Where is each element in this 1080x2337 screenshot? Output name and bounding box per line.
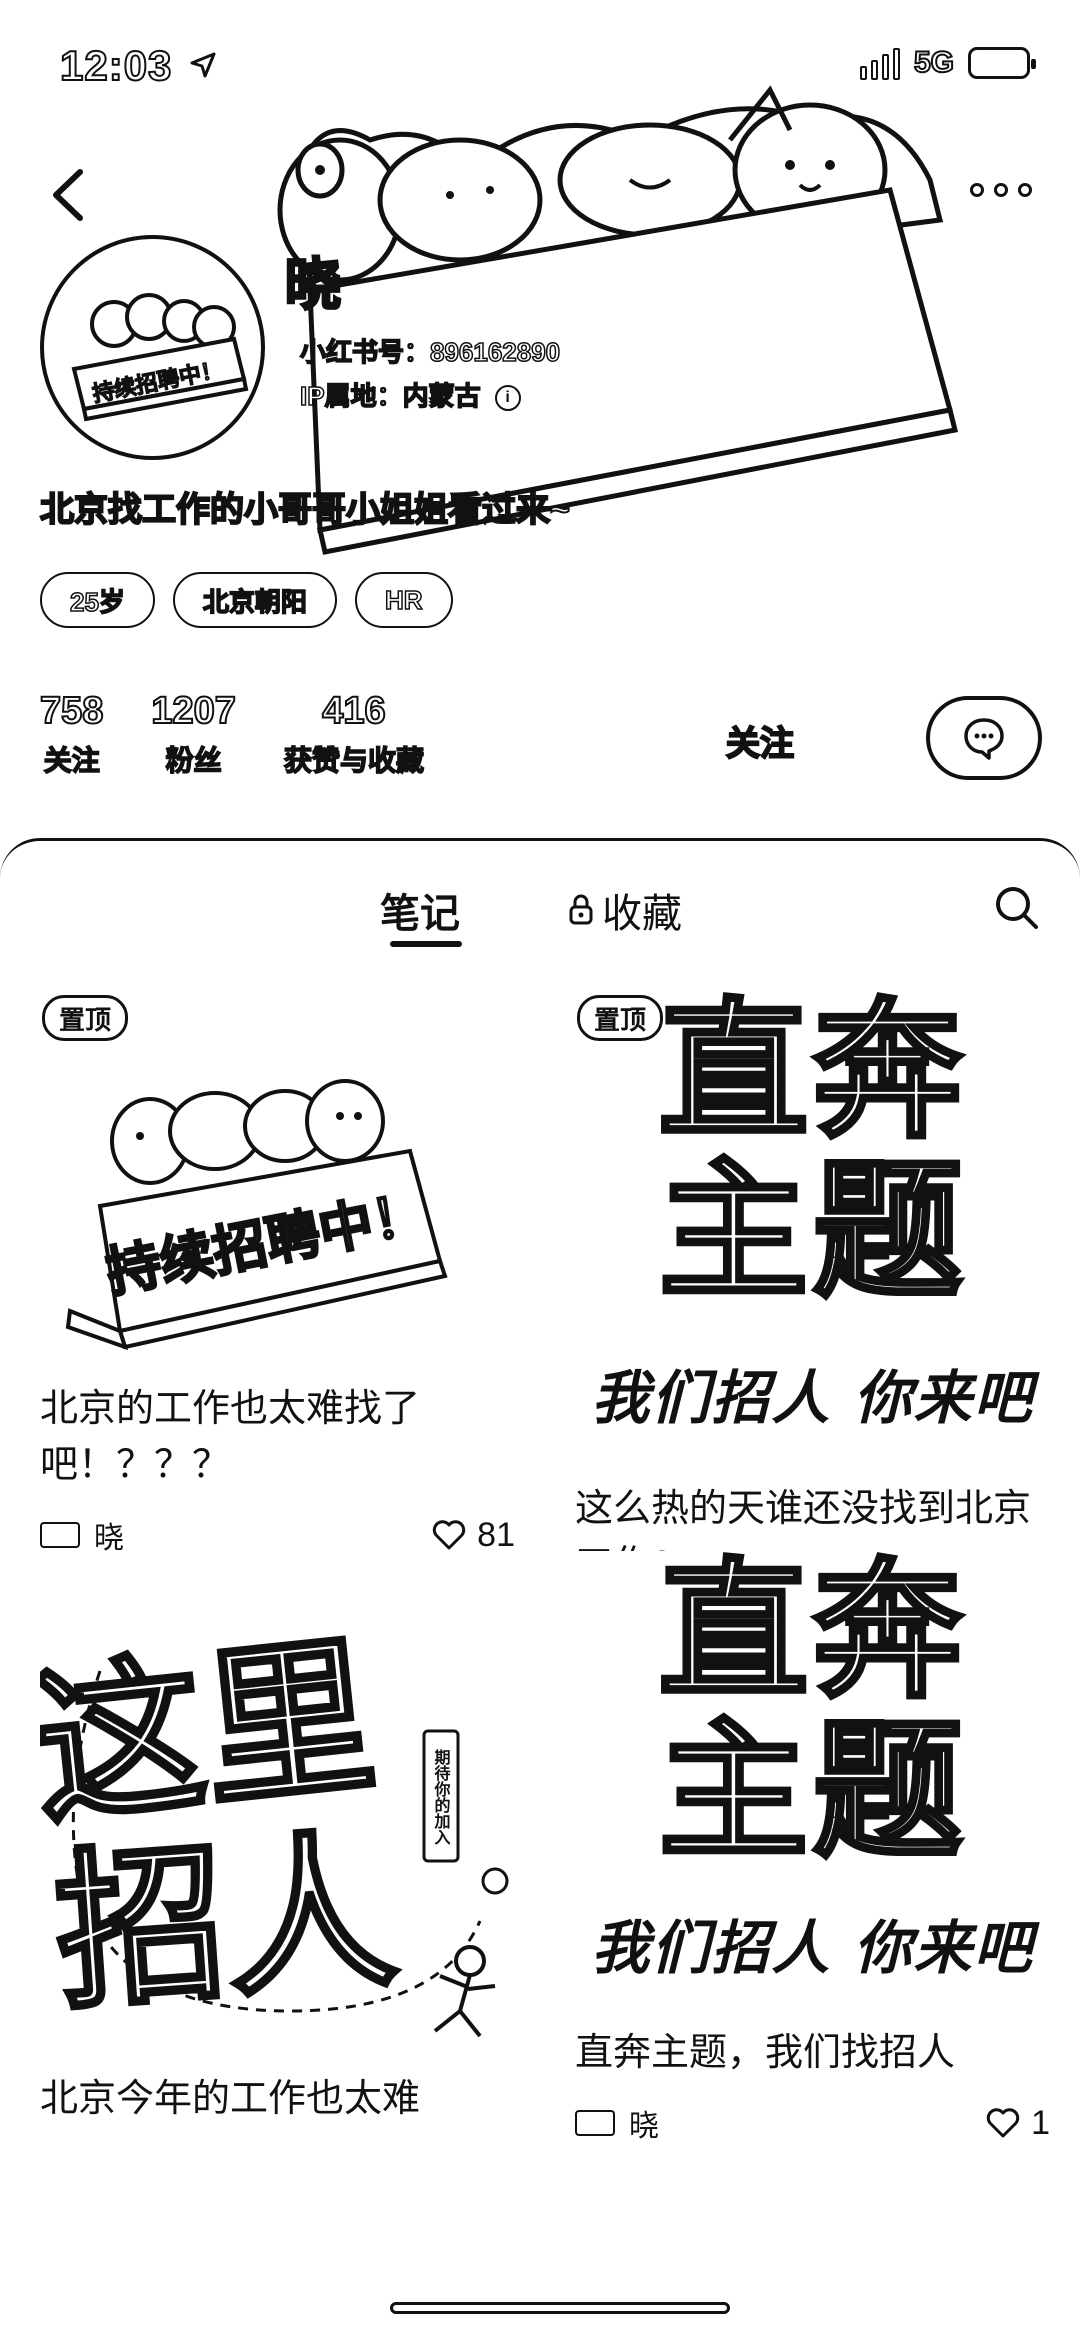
author-name: 晓 xyxy=(629,2110,659,2143)
profile-stats: 758 关注 1207 粉丝 416 获赞与收藏 xyxy=(39,689,425,779)
note-cover-headline: 主题 xyxy=(656,1143,967,1319)
heart-icon xyxy=(433,1520,466,1550)
lock-icon xyxy=(569,894,593,925)
author-name: 晓 xyxy=(94,1522,124,1555)
like-button[interactable]: 81 xyxy=(431,1516,515,1555)
like-button[interactable]: 1 xyxy=(985,2104,1050,2143)
author-avatar xyxy=(40,1522,80,1548)
note-cover: 这里 招人 期待你的加入 xyxy=(40,1591,515,2051)
profile-nickname: 晓 xyxy=(284,252,343,318)
content-sheet: 笔记 收藏 置顶 持续招聘中！ 北京的工作也太难找了吧！？？？ 晓 81 置顶 … xyxy=(0,838,1080,2337)
ip-location: IP属地：内蒙古 i xyxy=(299,376,521,413)
stat-followers[interactable]: 1207 粉丝 xyxy=(150,689,237,779)
dot-icon xyxy=(970,183,984,197)
dot-icon xyxy=(994,183,1008,197)
note-cover-side-text: 期待你的加入 xyxy=(432,1748,452,1845)
tag-occupation: HR xyxy=(354,572,453,628)
network-type: 5G xyxy=(913,45,955,80)
tab-favorites-label: 收藏 xyxy=(602,892,682,936)
note-cover: 直奔 主题 xyxy=(575,1551,1050,1881)
note-cover-slogan: 我们招人 你来吧 xyxy=(591,1364,1034,1432)
battery-icon xyxy=(968,47,1036,79)
location-arrow-icon xyxy=(190,52,216,78)
note-cover: 置顶 直奔 主题 xyxy=(575,991,1050,1331)
active-tab-indicator xyxy=(390,941,462,947)
follow-button[interactable]: 关注 xyxy=(680,700,840,780)
note-cover-illustration: 这里 招人 期待你的加入 xyxy=(40,1613,509,2038)
red-id: 小红书号：896162890 xyxy=(299,336,561,368)
avatar-illustration: 持续招聘中！ xyxy=(71,293,249,422)
profile-tabs: 笔记 收藏 xyxy=(0,841,1080,951)
stat-label: 获赞与收藏 xyxy=(283,744,425,777)
stat-following[interactable]: 758 关注 xyxy=(39,689,104,779)
note-cover: 置顶 持续招聘中！ xyxy=(40,991,515,1361)
author-avatar xyxy=(575,2110,615,2136)
note-author[interactable]: 晓 xyxy=(575,2101,659,2145)
note-card[interactable]: 直奔 主题 我们招人 你来吧 直奔主题，我们找招人 晓 1 xyxy=(575,1551,1050,2143)
heart-icon xyxy=(986,2108,1020,2138)
status-bar: 12:03 5G xyxy=(0,0,1080,120)
tag-location: 北京朝阳 xyxy=(172,572,337,628)
more-options-button[interactable] xyxy=(970,170,1040,210)
note-cover-headline: 主题 xyxy=(656,1703,967,1879)
stat-label: 关注 xyxy=(43,744,101,777)
message-button[interactable] xyxy=(926,696,1042,780)
back-button[interactable] xyxy=(40,160,100,230)
note-cover-headline: 直奔 xyxy=(656,1551,967,1719)
stat-value: 758 xyxy=(39,689,104,733)
note-card[interactable]: 置顶 持续招聘中！ 北京的工作也太难找了吧！？？？ 晓 81 xyxy=(40,991,515,1555)
profile-bio: 北京找工作的小哥哥小姐姐看过来~ xyxy=(39,490,571,530)
stat-likes-favorites[interactable]: 416 获赞与收藏 xyxy=(283,689,425,779)
avatar[interactable]: 持续招聘中！ xyxy=(40,235,265,460)
search-icon[interactable] xyxy=(992,883,1040,931)
tag-age: 25岁 xyxy=(40,572,155,628)
info-icon[interactable]: i xyxy=(494,385,521,412)
note-author[interactable]: 晓 xyxy=(40,1513,124,1557)
note-cover-slogan: 我们招人 你来吧 xyxy=(591,1914,1034,1982)
pinned-badge: 置顶 xyxy=(577,995,664,1041)
profile-header: 12:03 5G 持续招聘中！ 晓 小红书号：896162890 IP属地：内蒙… xyxy=(0,0,1080,850)
signal-strength-icon xyxy=(859,46,900,80)
note-meta: 晓 81 xyxy=(40,1515,515,1555)
note-title: 北京的工作也太难找了吧！？？？ xyxy=(40,1388,421,1486)
stat-label: 粉丝 xyxy=(165,744,223,777)
status-time: 12:03 xyxy=(59,41,173,90)
pinned-badge: 置顶 xyxy=(42,995,129,1041)
note-title: 北京今年的工作也太难 xyxy=(40,2078,421,2120)
note-title: 直奔主题，我们找招人 xyxy=(575,2032,956,2074)
stat-value: 1207 xyxy=(150,689,237,733)
profile-tags: 25岁 北京朝阳 HR xyxy=(40,572,453,628)
home-indicator[interactable] xyxy=(390,2302,730,2314)
note-cover-illustration: 持续招聘中！ xyxy=(65,1079,448,1351)
chat-bubble-icon xyxy=(964,718,1004,760)
stat-value: 416 xyxy=(321,689,386,733)
tab-favorites[interactable]: 收藏 xyxy=(568,881,682,939)
note-cover-headline: 招人 xyxy=(49,1811,402,2034)
dot-icon xyxy=(1018,183,1032,197)
note-meta: 晓 1 xyxy=(575,2103,1050,2143)
tab-notes[interactable]: 笔记 xyxy=(380,881,460,939)
ip-location-text: IP属地：内蒙古 xyxy=(299,380,481,412)
like-count: 1 xyxy=(1031,2103,1050,2142)
note-card[interactable]: 这里 招人 期待你的加入 北京今年的工作也太难 xyxy=(40,1591,515,2127)
like-count: 81 xyxy=(477,1515,515,1554)
